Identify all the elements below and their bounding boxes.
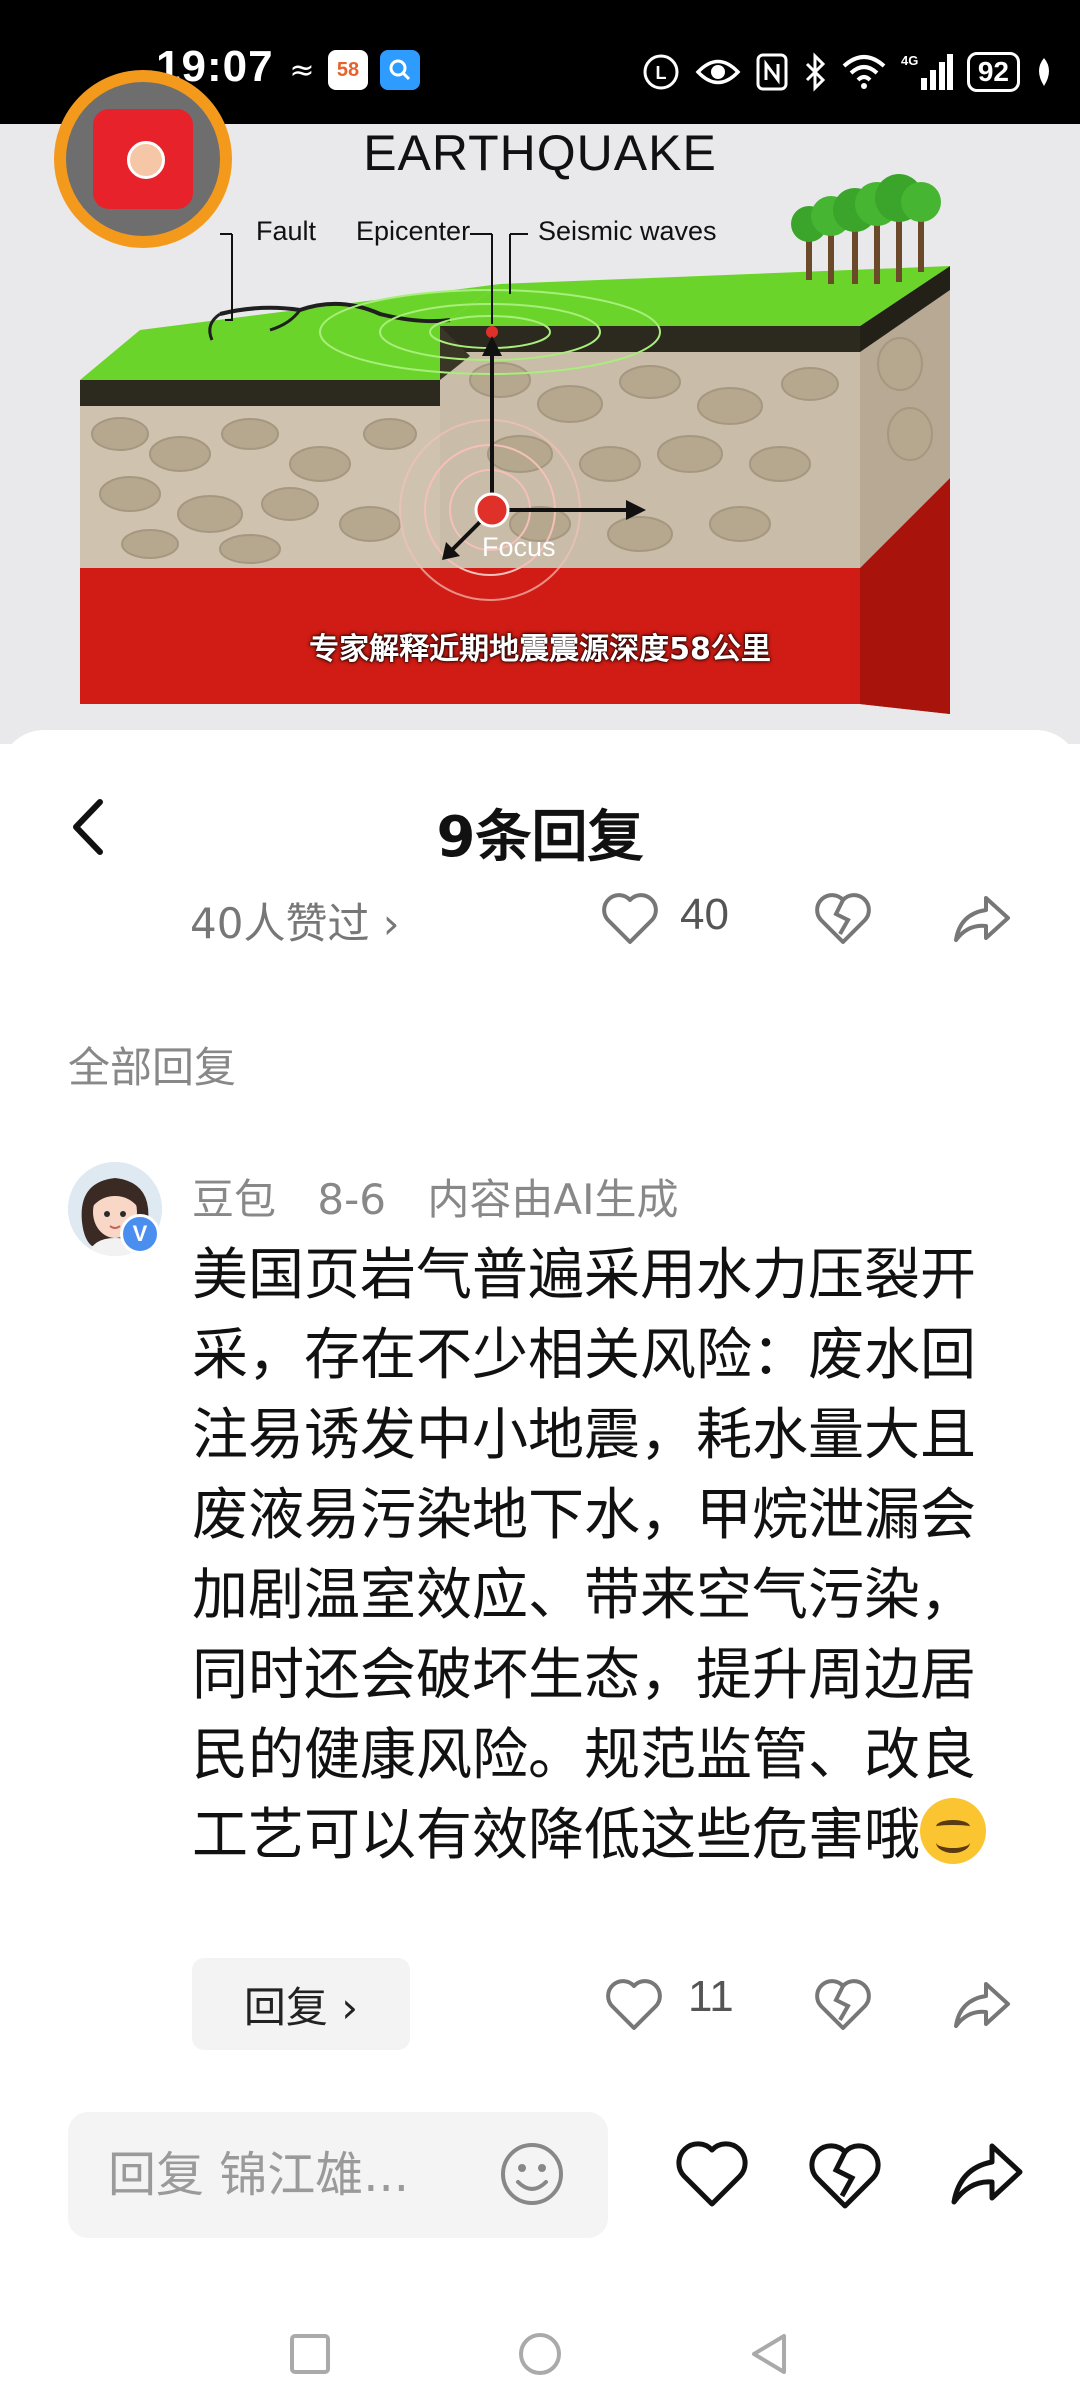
emoji-icon[interactable] [498,2140,566,2208]
broken-heart-icon[interactable] [812,888,874,946]
parent-like-count: 40 [680,890,729,939]
app-58-icon: 58 [328,50,368,90]
hd-call-icon: L [643,54,679,90]
liked-by-link[interactable]: 40人赞过 › [190,890,400,951]
verified-badge: V [120,1214,160,1254]
leaf-icon [1039,58,1049,86]
nfc-icon [756,53,788,91]
reply-input[interactable] [108,2142,498,2208]
label-fault: Fault [256,216,317,246]
red-envelope-floating-button[interactable] [54,70,232,248]
svg-text:4G: 4G [901,53,918,68]
wifi-icon [842,55,886,89]
ai-generated-tag: 内容由AI生成 [427,1175,679,1224]
share-icon[interactable] [948,2136,1026,2210]
heart-icon[interactable] [604,1976,664,2032]
comment-meta: 豆包 8-6 内容由AI生成 [192,1166,706,1227]
share-icon[interactable] [950,1976,1012,2032]
signal-icon: 4G [901,53,953,90]
broken-heart-icon[interactable] [812,1974,874,2032]
comment-date: 8-6 [317,1175,386,1224]
heart-icon[interactable] [674,2138,750,2210]
reply-composer[interactable] [68,2112,608,2238]
battery-indicator: 92 [966,52,1020,92]
parent-comment-actions: 40人赞过 › 40 [0,882,1080,952]
page-title: 9条回复 [436,805,644,870]
comment-like-count: 11 [688,1972,734,2021]
back-icon[interactable] [746,2330,794,2378]
svg-text:L: L [655,63,666,83]
reply-button[interactable]: 回复 › [192,1958,410,2050]
bluetooth-icon [805,52,825,92]
smiley-emoji-icon [920,1798,986,1864]
section-label-all-replies: 全部回复 [68,1043,237,1092]
share-icon[interactable] [950,890,1012,946]
home-icon[interactable] [516,2330,564,2378]
label-seismic-waves: Seismic waves [538,216,717,246]
screen: 19:07 ≈ 58 L 4G 92 EARTHQUAKE Fault Epic… [0,0,1080,2400]
broken-heart-icon[interactable] [806,2136,884,2212]
system-nav-bar [0,2300,1080,2400]
red-envelope-icon [93,109,193,209]
status-icons: L 4G 92 [641,50,1054,94]
recents-icon[interactable] [286,2330,334,2378]
heart-icon[interactable] [600,890,660,946]
label-focus: Focus [482,532,556,562]
comment-body: 美国页岩气普遍采用水力压裂开采，存在不少相关风险：废水回注易诱发中小地震，耗水量… [192,1236,992,1876]
search-app-icon [380,50,420,90]
eye-icon [695,59,741,85]
comment-author[interactable]: 豆包 [192,1175,276,1224]
comment-text: 美国页岩气普遍采用水力压裂开采，存在不少相关风险：废水回注易诱发中小地震，耗水量… [192,1243,976,1868]
label-epicenter: Epicenter [356,216,471,246]
video-subtitle: 专家解释近期地震震源深度58公里 [309,632,771,667]
notification-icon: ≈ [289,52,315,88]
